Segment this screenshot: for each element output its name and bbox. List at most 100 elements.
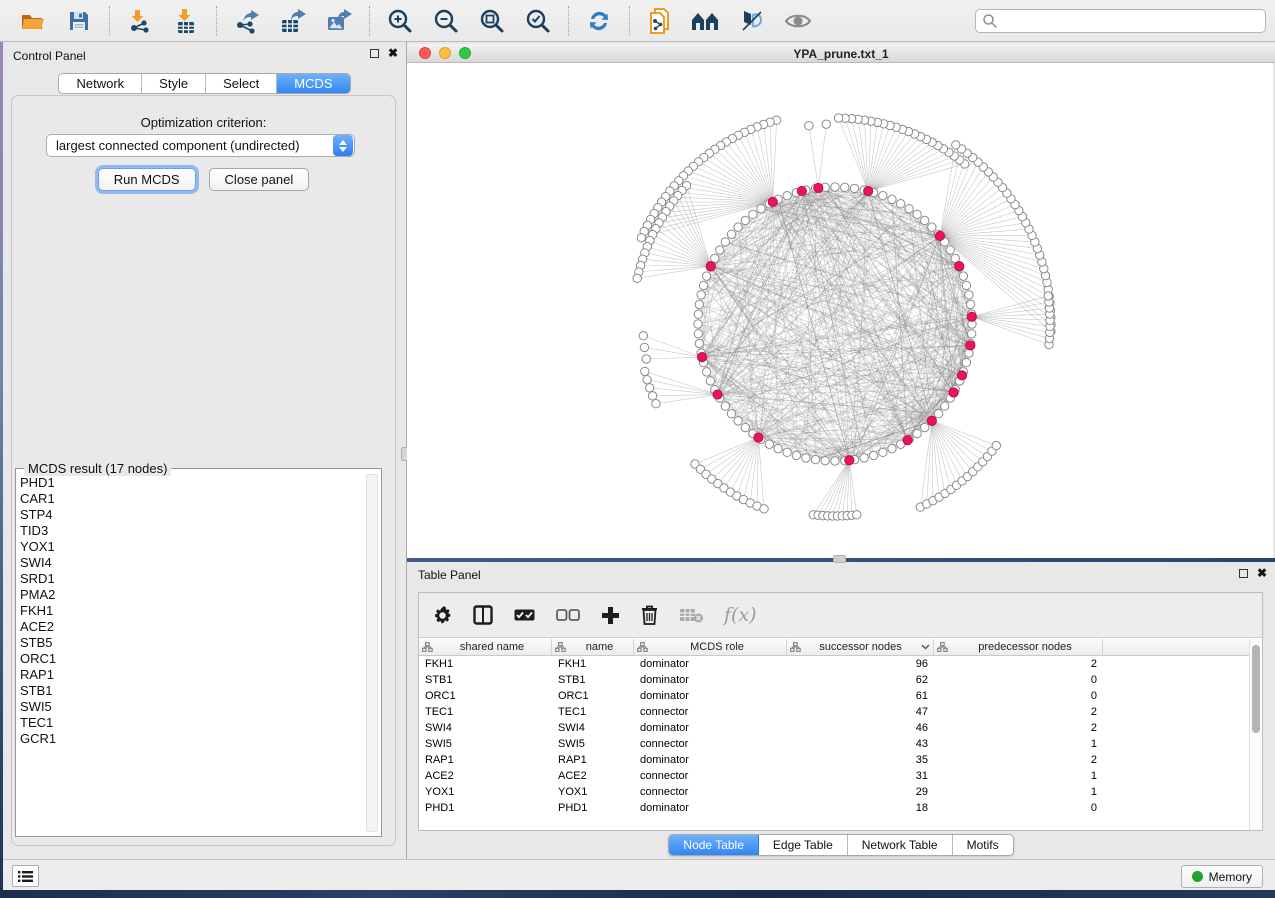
mcds-result-item[interactable]: TID3 [20, 523, 364, 539]
eye-icon[interactable] [783, 6, 813, 36]
cell-name: STB1 [552, 674, 634, 686]
cell-shared-name: SWI5 [419, 738, 552, 750]
column-header-successor-nodes[interactable]: successor nodes [787, 639, 934, 655]
table-settings-gear-icon[interactable] [433, 606, 452, 625]
mcds-result-item[interactable]: CAR1 [20, 491, 364, 507]
save-icon[interactable] [64, 6, 94, 36]
graphics-details-icon[interactable] [737, 6, 767, 36]
cell-successor-nodes: 96 [787, 658, 934, 670]
zoom-in-icon[interactable] [385, 6, 415, 36]
column-header-name[interactable]: name [552, 639, 634, 655]
network-overview-icon[interactable] [691, 6, 721, 36]
column-header-predecessor-nodes[interactable]: predecessor nodes [934, 639, 1103, 655]
tab-edge-table[interactable]: Edge Table [759, 835, 848, 855]
clone-network-icon[interactable] [645, 6, 675, 36]
zoom-fit-icon[interactable] [477, 6, 507, 36]
select-all-rows-icon[interactable] [514, 609, 535, 622]
zoom-selected-icon[interactable] [523, 6, 553, 36]
mcds-result-item[interactable]: GCR1 [20, 731, 364, 747]
mcds-result-item[interactable]: RAP1 [20, 667, 364, 683]
export-network-icon[interactable] [232, 6, 262, 36]
cell-successor-nodes: 35 [787, 754, 934, 766]
tab-network[interactable]: Network [59, 74, 142, 93]
table-body: FKH1FKH1dominator962STB1STB1dominator620… [419, 656, 1249, 816]
mcds-result-item[interactable]: SRD1 [20, 571, 364, 587]
close-panel-button[interactable]: Close panel [209, 168, 310, 191]
control-panel-title: Control Panel [13, 49, 86, 63]
show-columns-icon[interactable] [473, 605, 493, 625]
cell-predecessor-nodes: 1 [934, 770, 1103, 782]
table-scrollbar-thumb[interactable] [1252, 645, 1260, 733]
toolbar-separator [568, 6, 569, 36]
cell-successor-nodes: 62 [787, 674, 934, 686]
tab-node-table[interactable]: Node Table [669, 835, 759, 855]
column-header-shared-name[interactable]: shared name [419, 639, 552, 655]
close-table-panel-icon[interactable]: ✖ [1257, 569, 1267, 578]
table-row-PHD1[interactable]: PHD1PHD1dominator180 [419, 800, 1249, 816]
result-scrollbar[interactable] [366, 474, 378, 832]
export-table-icon[interactable] [278, 6, 308, 36]
search-box[interactable] [975, 9, 1266, 33]
mcds-result-item[interactable]: SWI5 [20, 699, 364, 715]
desktop-wallpaper-bottom [0, 890, 1275, 898]
mcds-result-item[interactable]: PHD1 [20, 475, 364, 491]
mcds-result-item[interactable]: ORC1 [20, 651, 364, 667]
mcds-result-item[interactable]: ACE2 [20, 619, 364, 635]
zoom-out-icon[interactable] [431, 6, 461, 36]
run-mcds-button[interactable]: Run MCDS [98, 168, 196, 191]
optimization-criterion-select[interactable]: largest connected component (undirected) [46, 134, 355, 157]
mcds-result-item[interactable]: TEC1 [20, 715, 364, 731]
table-panel-tabs: Node TableEdge TableNetwork TableMotifs [668, 834, 1013, 856]
create-column-plus-icon[interactable] [601, 606, 620, 625]
horizontal-splitter-handle[interactable] [833, 555, 846, 563]
table-row-SWI4[interactable]: SWI4SWI4dominator462 [419, 720, 1249, 736]
mcds-result-item[interactable]: STB5 [20, 635, 364, 651]
mcds-result-item[interactable]: FKH1 [20, 603, 364, 619]
cell-MCDS-role: connector [634, 786, 787, 798]
table-row-ORC1[interactable]: ORC1ORC1dominator610 [419, 688, 1249, 704]
mcds-result-item[interactable]: YOX1 [20, 539, 364, 555]
cell-predecessor-nodes: 0 [934, 690, 1103, 702]
list-icon [18, 870, 33, 883]
float-panel-icon[interactable] [370, 49, 379, 58]
network-view-canvas[interactable] [407, 63, 1273, 558]
mcds-node [949, 388, 958, 397]
cell-predecessor-nodes: 2 [934, 658, 1103, 670]
tab-style[interactable]: Style [142, 74, 206, 93]
mcds-result-item[interactable]: STP4 [20, 507, 364, 523]
mcds-result-item[interactable]: PMA2 [20, 587, 364, 603]
import-network-icon[interactable] [125, 6, 155, 36]
task-history-button[interactable] [12, 865, 39, 887]
cell-predecessor-nodes: 0 [934, 674, 1103, 686]
import-table-icon[interactable] [171, 6, 201, 36]
mcds-result-list[interactable]: PHD1CAR1STP4TID3YOX1SWI4SRD1PMA2FKH1ACE2… [20, 475, 364, 832]
close-panel-icon[interactable]: ✖ [388, 49, 398, 58]
network-title: YPA_prune.txt_1 [407, 47, 1275, 61]
cell-name: SWI5 [552, 738, 634, 750]
tab-motifs[interactable]: Motifs [953, 835, 1013, 855]
cell-shared-name: RAP1 [419, 754, 552, 766]
network-titlebar[interactable]: YPA_prune.txt_1 [407, 44, 1275, 63]
mcds-result-item[interactable]: STB1 [20, 683, 364, 699]
open-file-icon[interactable] [18, 6, 48, 36]
delete-column-trash-icon[interactable] [641, 605, 658, 625]
table-row-YOX1[interactable]: YOX1YOX1connector291 [419, 784, 1249, 800]
float-table-panel-icon[interactable] [1239, 569, 1248, 578]
deselect-all-rows-icon[interactable] [556, 609, 580, 622]
table-scrollbar[interactable] [1249, 639, 1262, 830]
tab-mcds[interactable]: MCDS [277, 74, 349, 93]
table-row-ACE2[interactable]: ACE2ACE2connector311 [419, 768, 1249, 784]
mcds-result-item[interactable]: SWI4 [20, 555, 364, 571]
table-row-RAP1[interactable]: RAP1RAP1dominator352 [419, 752, 1249, 768]
tab-select[interactable]: Select [206, 74, 277, 93]
table-row-FKH1[interactable]: FKH1FKH1dominator962 [419, 656, 1249, 672]
memory-button[interactable]: Memory [1181, 865, 1263, 888]
table-row-SWI5[interactable]: SWI5SWI5connector431 [419, 736, 1249, 752]
column-header-MCDS-role[interactable]: MCDS role [634, 639, 787, 655]
tab-network-table[interactable]: Network Table [848, 835, 953, 855]
refresh-icon[interactable] [584, 6, 614, 36]
export-image-icon[interactable] [324, 6, 354, 36]
search-input[interactable] [998, 14, 1265, 28]
table-row-TEC1[interactable]: TEC1TEC1connector472 [419, 704, 1249, 720]
table-row-STB1[interactable]: STB1STB1dominator620 [419, 672, 1249, 688]
